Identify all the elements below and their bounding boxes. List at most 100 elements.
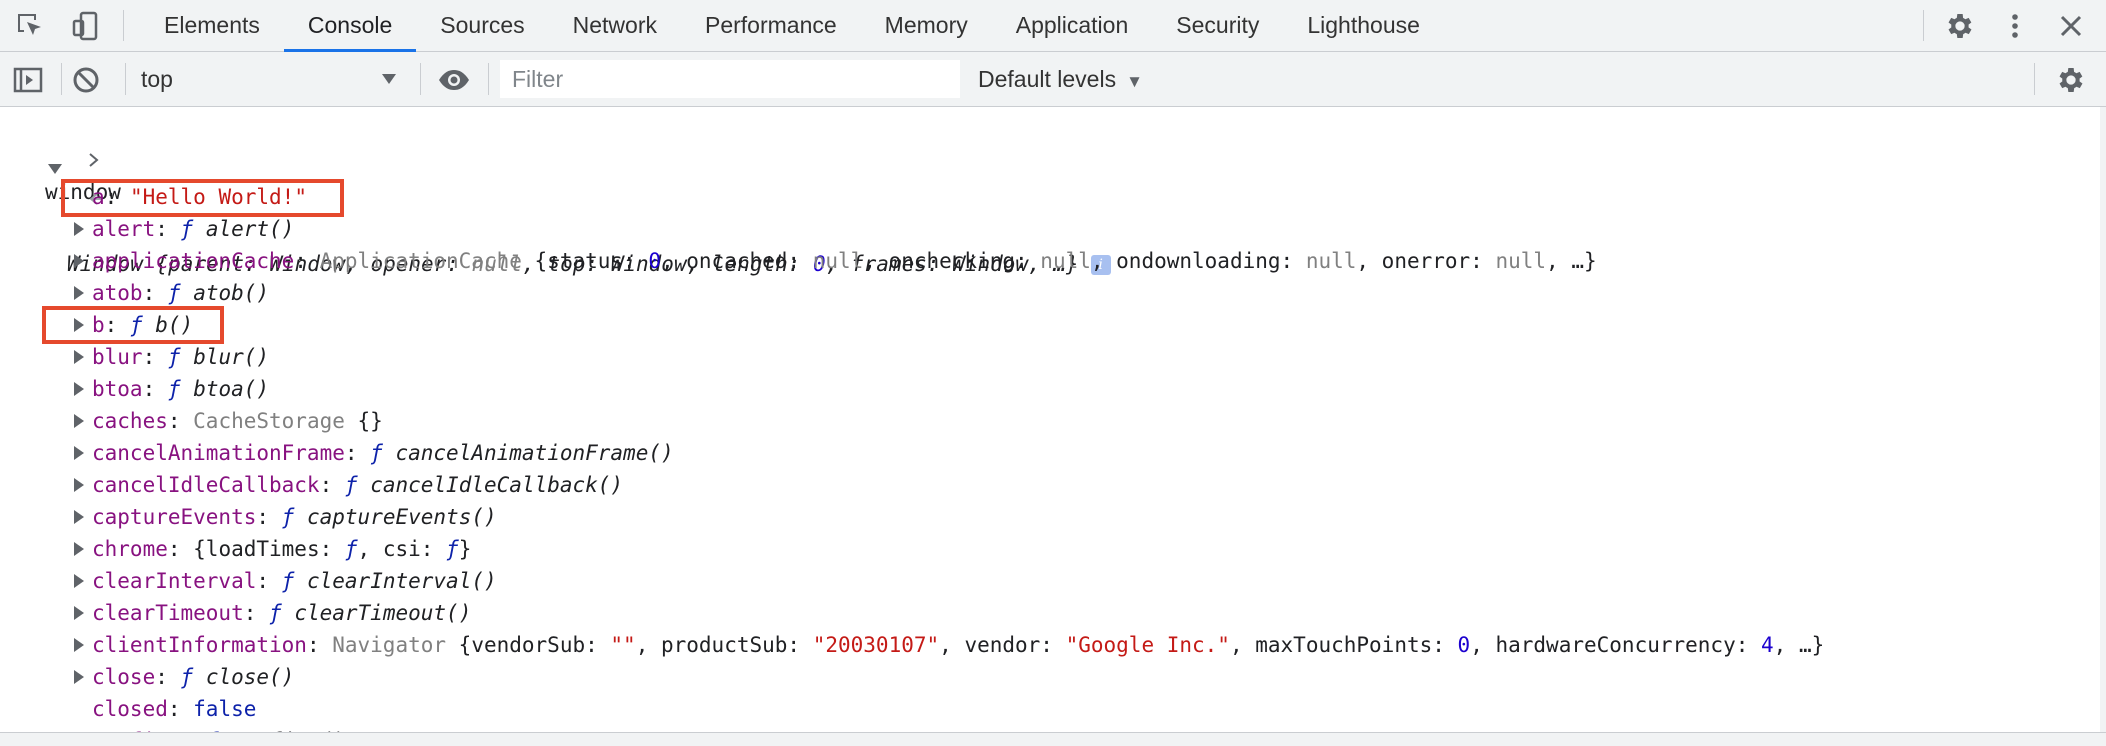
property-key: closed: [92, 697, 168, 721]
expand-triangle-icon[interactable]: [74, 574, 84, 588]
toolbar-divider: [1923, 10, 1924, 41]
punctuation: }: [458, 537, 472, 561]
property-row-atob[interactable]: atob: ƒ atob(): [0, 277, 2080, 309]
expand-triangle-icon[interactable]: [74, 542, 84, 556]
function-name: alert(): [205, 217, 295, 241]
string-value: "20030107": [812, 633, 940, 657]
punctuation: :: [256, 569, 282, 593]
tab-lighthouse[interactable]: Lighthouse: [1283, 0, 1444, 51]
punctuation: :: [155, 665, 181, 689]
property-content: atob: ƒ atob(): [92, 277, 269, 309]
close-icon[interactable]: [2055, 10, 2087, 42]
console-output: window Window {parent: Window, opener: n…: [0, 107, 2100, 732]
property-key: close: [92, 665, 156, 689]
expand-triangle-icon[interactable]: [74, 254, 84, 268]
chevron-down-icon: ▼: [1126, 72, 1143, 91]
drawer-edge: [0, 732, 2106, 746]
function-name: captureEvents(): [306, 505, 497, 529]
punctuation: :: [243, 601, 270, 625]
tab-application[interactable]: Application: [992, 0, 1153, 51]
function-keyword: ƒ: [180, 217, 194, 241]
property-row-clientInformation[interactable]: clientInformation: Navigator {vendorSub:…: [0, 629, 2080, 661]
punctuation: :: [142, 345, 168, 369]
property-row-caches[interactable]: caches: CacheStorage {}: [0, 405, 2080, 437]
log-levels-dropdown[interactable]: Default levels ▼: [978, 60, 1143, 98]
tab-sources[interactable]: Sources: [416, 0, 548, 51]
property-row-alert[interactable]: alert: ƒ alert(): [0, 213, 2080, 245]
inspect-element-icon[interactable]: [14, 10, 46, 42]
highlight-box-a: [61, 179, 344, 217]
expand-triangle-icon[interactable]: [74, 510, 84, 524]
toolbar-divider: [488, 63, 489, 95]
console-settings-gear-icon[interactable]: [2055, 64, 2087, 96]
expand-triangle-icon[interactable]: [74, 638, 84, 652]
property-row-cancelAnimationFrame[interactable]: cancelAnimationFrame: ƒ cancelAnimationF…: [0, 437, 2080, 469]
expand-triangle-icon[interactable]: [74, 286, 84, 300]
function-keyword: ƒ: [344, 537, 358, 561]
property-row-blur[interactable]: blur: ƒ blur(): [0, 341, 2080, 373]
expand-triangle-icon[interactable]: [74, 382, 84, 396]
punctuation: [193, 217, 206, 241]
property-row-clearInterval[interactable]: clearInterval: ƒ clearInterval(): [0, 565, 2080, 597]
property-content: cancelAnimationFrame: ƒ cancelAnimationF…: [92, 437, 674, 469]
property-row-chrome[interactable]: chrome: {loadTimes: ƒ, csi: ƒ}: [0, 533, 2080, 565]
property-row-confirm[interactable]: confirm: ƒ confirm(): [0, 725, 2080, 732]
tab-console[interactable]: Console: [283, 0, 417, 52]
punctuation: :: [155, 217, 181, 241]
punctuation: {}: [344, 409, 383, 433]
tab-network[interactable]: Network: [549, 0, 681, 51]
live-expression-eye-icon[interactable]: [437, 64, 469, 96]
number-value: 0: [1457, 633, 1471, 657]
property-key: btoa: [92, 377, 143, 401]
function-name: atob(): [193, 281, 270, 305]
property-key: captureEvents: [92, 505, 257, 529]
filter-input[interactable]: [500, 60, 960, 98]
expand-triangle-icon[interactable]: [74, 350, 84, 364]
null-value: null: [1495, 249, 1547, 273]
tab-memory[interactable]: Memory: [861, 0, 992, 51]
settings-gear-icon[interactable]: [1944, 10, 1976, 42]
expand-triangle-icon[interactable]: [74, 670, 84, 684]
punctuation: , vendor:: [939, 633, 1066, 657]
function-keyword: ƒ: [446, 537, 459, 561]
punctuation: :: [294, 249, 320, 273]
tab-elements[interactable]: Elements: [140, 0, 284, 51]
punctuation: :: [344, 441, 371, 465]
property-key: alert: [92, 217, 156, 241]
punctuation: , …}: [1773, 633, 1825, 657]
property-content: clearInterval: ƒ clearInterval(): [92, 565, 497, 597]
function-keyword: ƒ: [281, 505, 295, 529]
property-key: clientInformation: [92, 633, 307, 657]
clear-console-icon[interactable]: [70, 64, 102, 96]
punctuation: :: [306, 633, 333, 657]
expand-triangle-icon[interactable]: [48, 164, 62, 174]
property-row-clearTimeout[interactable]: clearTimeout: ƒ clearTimeout(): [0, 597, 2080, 629]
expand-triangle-icon[interactable]: [74, 478, 84, 492]
property-key: chrome: [92, 537, 168, 561]
tab-security[interactable]: Security: [1152, 0, 1283, 51]
device-toolbar-icon[interactable]: [70, 10, 102, 42]
expand-triangle-icon[interactable]: [74, 414, 84, 428]
expand-triangle-icon[interactable]: [74, 222, 84, 236]
execution-context-select[interactable]: top: [141, 60, 403, 98]
more-options-icon[interactable]: [1999, 10, 2031, 42]
show-sidebar-icon[interactable]: [12, 64, 44, 96]
tab-performance[interactable]: Performance: [681, 0, 861, 51]
property-content: alert: ƒ alert(): [92, 213, 294, 245]
punctuation: [193, 665, 206, 689]
property-row-cancelIdleCallback[interactable]: cancelIdleCallback: ƒ cancelIdleCallback…: [0, 469, 2080, 501]
property-row-close[interactable]: close: ƒ close(): [0, 661, 2080, 693]
punctuation: [383, 441, 396, 465]
property-row-applicationCache[interactable]: applicationCache: ApplicationCache {stat…: [0, 245, 2080, 277]
vertical-scrollbar[interactable]: [2100, 107, 2106, 732]
property-row-b[interactable]: b: ƒ b(): [0, 309, 2080, 341]
property-row-btoa[interactable]: btoa: ƒ btoa(): [0, 373, 2080, 405]
expand-triangle-icon[interactable]: [74, 606, 84, 620]
number-value: 4: [1761, 633, 1774, 657]
function-keyword: ƒ: [281, 569, 295, 593]
property-row-captureEvents[interactable]: captureEvents: ƒ captureEvents(): [0, 501, 2080, 533]
expand-triangle-icon[interactable]: [74, 446, 84, 460]
punctuation: [358, 473, 371, 497]
function-keyword: ƒ: [167, 377, 181, 401]
punctuation: , productSub:: [635, 633, 813, 657]
